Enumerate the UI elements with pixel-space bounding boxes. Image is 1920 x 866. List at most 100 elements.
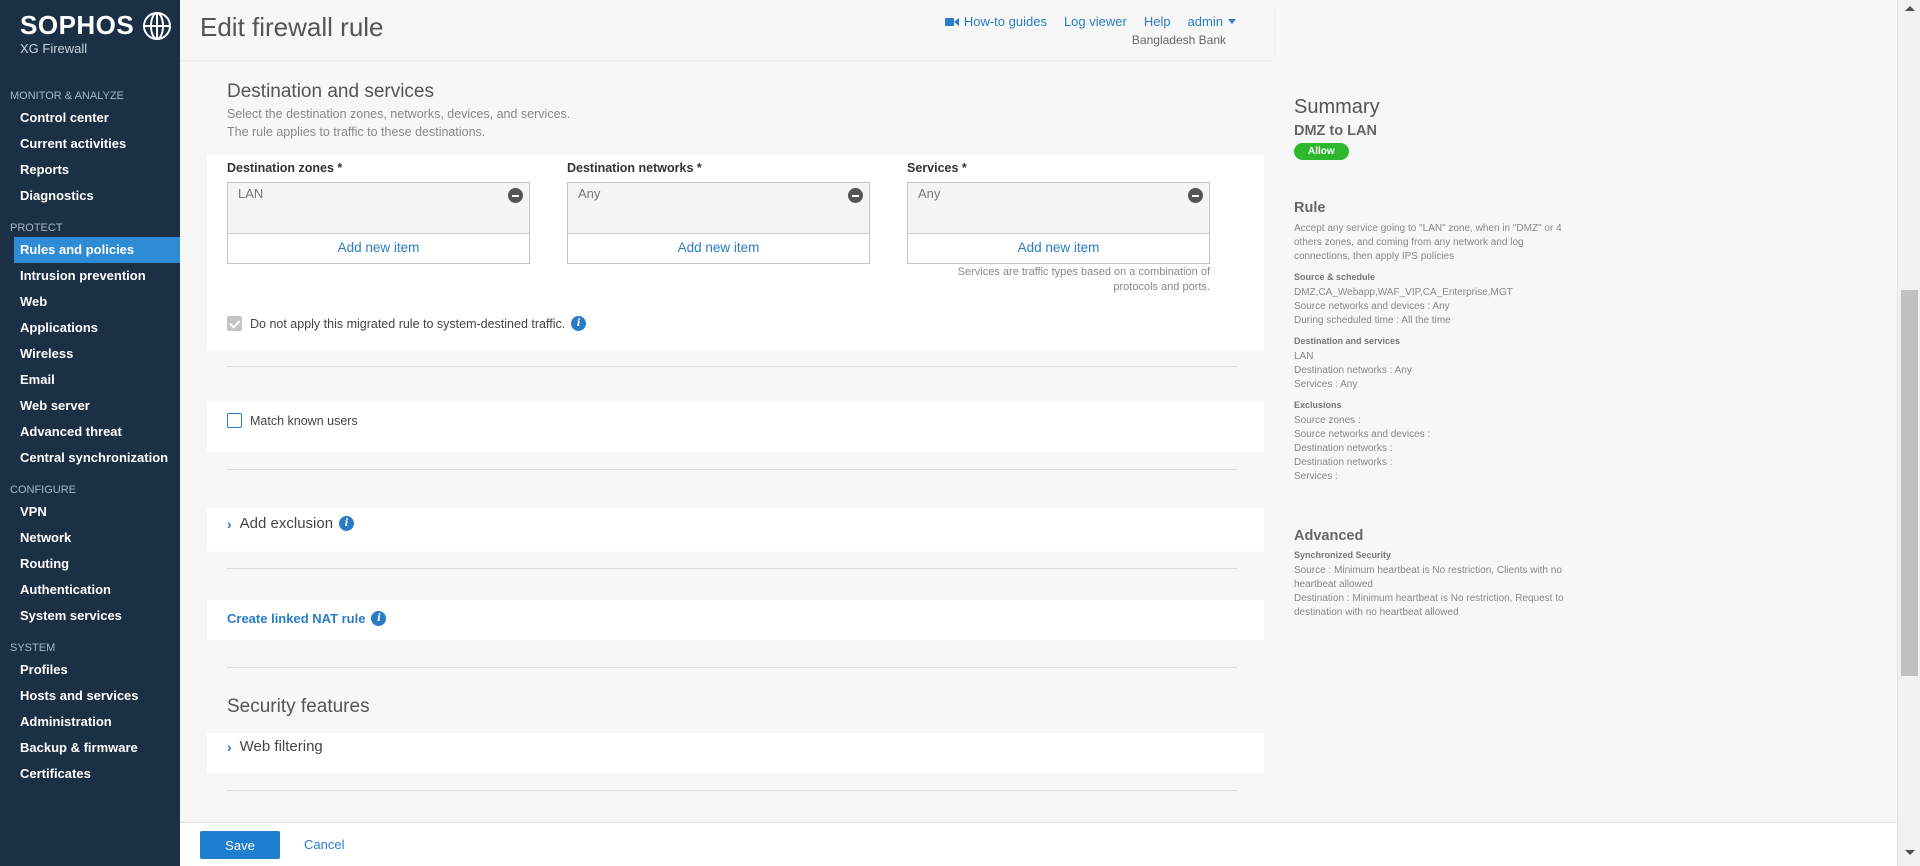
destination-network-item: Any (578, 186, 601, 201)
web-filtering-panel (207, 733, 1264, 773)
info-icon[interactable]: i (371, 611, 387, 626)
migrated-rule-option: Do not apply this migrated rule to syste… (227, 316, 587, 331)
create-linked-nat-rule-link[interactable]: Create linked NAT rule i (227, 611, 387, 626)
user-menu[interactable]: admin (1188, 14, 1236, 29)
destination-zone-item: LAN (238, 186, 264, 201)
how-to-guides-link[interactable]: How-to guides (944, 14, 1047, 29)
summary-source-networks: Source networks and devices : Any (1294, 301, 1450, 312)
sidebar-item-hosts-and-services[interactable]: Hosts and services (0, 683, 180, 709)
divider (227, 568, 1237, 569)
web-filtering-expander[interactable]: › Web filtering (227, 738, 323, 755)
sidebar-item-current-activities[interactable]: Current activities (0, 131, 180, 157)
summary-sync-dest-1: Destination : Minimum heartbeat is No re… (1294, 593, 1564, 604)
video-camera-icon (944, 17, 959, 26)
services-note-line1: Services are traffic types based on a co… (957, 266, 1210, 278)
destination-networks-values[interactable]: Any (568, 183, 869, 234)
section-desc-line1: Select the destination zones, networks, … (227, 107, 571, 121)
summary-excl-dest-networks-1: Destination networks : (1294, 443, 1393, 454)
info-icon[interactable]: i (339, 516, 355, 531)
top-links: How-to guides Log viewer Help admin (928, 14, 1236, 29)
migrated-rule-checkbox[interactable] (227, 316, 242, 331)
remove-icon[interactable] (848, 188, 863, 203)
sidebar-item-authentication[interactable]: Authentication (0, 577, 180, 603)
sidebar-item-profiles[interactable]: Profiles (0, 657, 180, 683)
main-content: Destination and services Select the dest… (180, 60, 1274, 822)
sidebar-item-network[interactable]: Network (0, 525, 180, 551)
sidebar-item-advanced-threat[interactable]: Advanced threat (0, 419, 180, 445)
page-header: Edit firewall rule How-to guides Log vie… (180, 0, 1274, 60)
nav-section-configure: CONFIGURE VPN Network Routing Authentica… (0, 481, 180, 629)
add-exclusion-expander[interactable]: › Add exclusion i (227, 515, 355, 532)
summary-excl-dest-networks-2: Destination networks : (1294, 457, 1393, 468)
sidebar-item-rules-and-policies[interactable]: Rules and policies (14, 237, 180, 263)
help-link[interactable]: Help (1144, 14, 1171, 29)
services-note-line2: protocols and ports. (1113, 281, 1210, 293)
summary-rule-text-3: connections, then apply IPS policies (1294, 251, 1455, 262)
divider (227, 790, 1237, 791)
section-title-security: Security features (227, 696, 370, 717)
sidebar-item-email[interactable]: Email (0, 367, 180, 393)
summary-rule-text-1: Accept any service going to "LAN" zone, … (1294, 223, 1562, 234)
status-badge: Allow (1294, 143, 1349, 160)
log-viewer-link[interactable]: Log viewer (1064, 14, 1127, 29)
sidebar-item-applications[interactable]: Applications (0, 315, 180, 341)
destination-networks-field: Any Add new item (567, 182, 870, 264)
sidebar-item-reports[interactable]: Reports (0, 157, 180, 183)
info-icon[interactable]: i (571, 316, 587, 331)
vertical-scrollbar[interactable] (1897, 0, 1920, 866)
remove-icon[interactable] (508, 188, 523, 203)
sidebar-item-backup-firmware[interactable]: Backup & firmware (0, 735, 180, 761)
sidebar-item-certificates[interactable]: Certificates (0, 761, 180, 787)
summary-rule-name: DMZ to LAN (1294, 123, 1377, 139)
sidebar-item-vpn[interactable]: VPN (0, 499, 180, 525)
sidebar-item-web-server[interactable]: Web server (0, 393, 180, 419)
summary-source-heading: Source & schedule (1294, 272, 1376, 282)
match-known-users-checkbox[interactable] (227, 413, 242, 428)
match-known-users-label: Match known users (250, 413, 358, 428)
remove-icon[interactable] (1188, 188, 1203, 203)
destination-zones-values[interactable]: LAN (228, 183, 529, 234)
nav-section-title: MONITOR & ANALYZE (10, 90, 124, 102)
scroll-down-icon[interactable] (1905, 850, 1915, 855)
summary-sync-heading: Synchronized Security (1294, 550, 1392, 560)
add-new-item-button[interactable]: Add new item (908, 234, 1209, 264)
summary-exclusions-heading: Exclusions (1294, 400, 1342, 410)
summary-rule-text-2: others zones, and coming from any networ… (1294, 237, 1524, 248)
migrated-rule-label: Do not apply this migrated rule to syste… (250, 316, 566, 331)
chevron-right-icon: › (227, 738, 232, 755)
summary-advanced-heading: Advanced (1294, 528, 1364, 544)
exclusion-panel (207, 508, 1264, 551)
brand: SOPHOS XG Firewall (0, 0, 180, 78)
how-to-guides-label: How-to guides (963, 14, 1047, 29)
summary-excl-services: Services : (1294, 471, 1338, 482)
add-new-item-button[interactable]: Add new item (228, 234, 529, 264)
divider (227, 469, 1237, 470)
sidebar-item-intrusion-prevention[interactable]: Intrusion prevention (0, 263, 180, 289)
nav-section-title: SYSTEM (10, 642, 56, 654)
summary-title: Summary (1294, 96, 1380, 118)
add-exclusion-label: Add exclusion (239, 515, 334, 532)
sidebar-item-central-synchronization[interactable]: Central synchronization (0, 445, 180, 471)
sidebar-item-wireless[interactable]: Wireless (0, 341, 180, 367)
product-name: XG Firewall (20, 41, 88, 56)
nav-section-monitor: MONITOR & ANALYZE Control center Current… (0, 87, 180, 209)
destination-networks-label: Destination networks * (567, 161, 702, 175)
sidebar-item-routing[interactable]: Routing (0, 551, 180, 577)
summary-dest-zone: LAN (1294, 351, 1314, 362)
sidebar-item-web[interactable]: Web (0, 289, 180, 315)
divider (227, 667, 1237, 668)
sidebar-item-control-center[interactable]: Control center (0, 105, 180, 131)
save-button[interactable]: Save (200, 831, 280, 859)
cancel-button[interactable]: Cancel (304, 837, 344, 852)
sidebar-item-diagnostics[interactable]: Diagnostics (0, 183, 180, 209)
web-filtering-label: Web filtering (239, 738, 323, 755)
brand-name: SOPHOS (20, 10, 135, 40)
sidebar-item-system-services[interactable]: System services (0, 603, 180, 629)
add-new-item-button[interactable]: Add new item (568, 234, 869, 264)
services-values[interactable]: Any (908, 183, 1209, 234)
scroll-thumb[interactable] (1901, 290, 1918, 676)
scroll-up-icon[interactable] (1905, 6, 1915, 11)
caret-down-icon (1228, 19, 1236, 24)
nav-section-title: PROTECT (10, 222, 63, 234)
sidebar-item-administration[interactable]: Administration (0, 709, 180, 735)
